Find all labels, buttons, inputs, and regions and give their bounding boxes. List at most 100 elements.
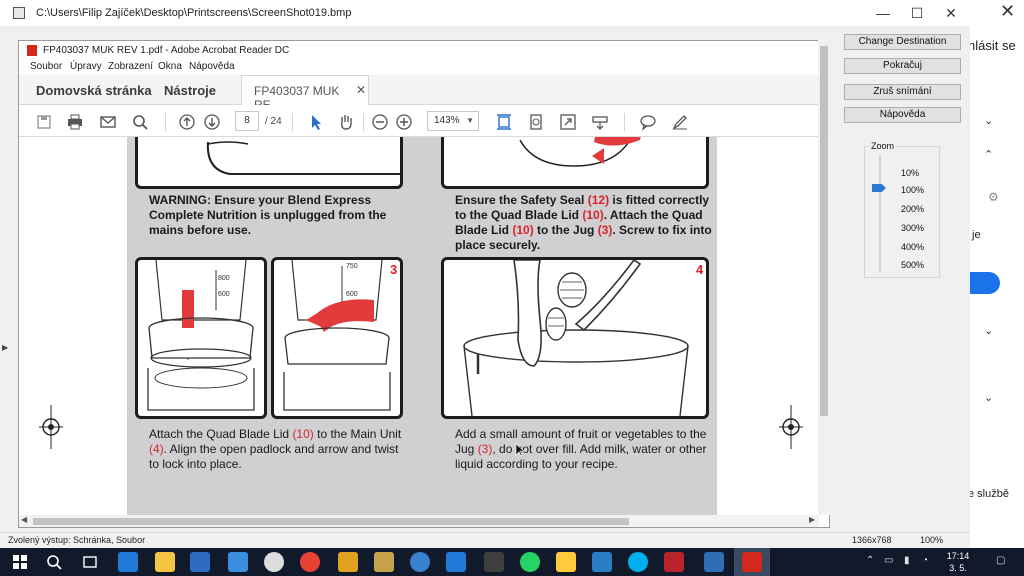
hand-tool-icon[interactable]	[337, 113, 355, 131]
search-icon-taskbar[interactable]	[44, 552, 64, 572]
email-icon[interactable]	[99, 113, 117, 131]
volume-icon[interactable]: ◔	[922, 555, 928, 566]
previous-page-icon[interactable]	[178, 113, 196, 131]
fit-page-icon[interactable]	[495, 113, 513, 131]
app-icon-1[interactable]	[228, 552, 248, 572]
minimize-button[interactable]: —	[868, 3, 898, 23]
h-scroll-thumb[interactable]	[33, 518, 629, 525]
scroll-mode-icon[interactable]	[591, 113, 609, 131]
warning-text: WARNING: Ensure your Blend Express Compl…	[149, 193, 387, 237]
search-icon[interactable]	[131, 113, 149, 131]
acrobat-menubar: Soubor Úpravy Zobrazení Okna Nápověda	[19, 59, 819, 75]
next-page-icon[interactable]	[203, 113, 221, 131]
bg-close-icon[interactable]: ✕	[1000, 1, 1015, 22]
start-windows-icon[interactable]	[10, 552, 30, 572]
bg-chevron-down-icon-3[interactable]: ⌄	[984, 391, 993, 404]
edge-icon[interactable]	[118, 552, 138, 572]
menu-upravy[interactable]: Úpravy	[70, 61, 102, 72]
bg-blue-button[interactable]	[968, 272, 1000, 294]
taskbar-clock[interactable]: 17:14 3. 5. 2017	[938, 550, 978, 576]
zoom-out-icon[interactable]	[371, 113, 389, 131]
zoom-option-100[interactable]: 100%	[901, 185, 924, 195]
flag-icon[interactable]	[664, 552, 684, 572]
file-explorer-icon[interactable]	[155, 552, 175, 572]
print-icon[interactable]	[66, 113, 84, 131]
panel-step3-left: 800 600	[135, 257, 267, 419]
app-icon-4[interactable]	[410, 552, 430, 572]
capture-control-panel: Change Destination Pokračuj Zruš snímání…	[836, 26, 970, 534]
task-view-icon[interactable]	[80, 552, 100, 572]
save-icon[interactable]	[35, 113, 53, 131]
bg-chevron-down-icon[interactable]: ⌄	[984, 114, 993, 127]
stop-capture-button[interactable]: Zruš snímání	[844, 84, 961, 100]
network-icon[interactable]: ▭	[884, 555, 893, 566]
tab-home[interactable]: Domovská stránka	[36, 83, 152, 98]
step2-text: Ensure the Safety Seal (12) is fitted co…	[455, 193, 712, 252]
menu-zobrazeni[interactable]: Zobrazení	[108, 61, 153, 72]
status-bar: Zvolený výstup: Schránka, Soubor 1366x76…	[0, 532, 970, 548]
chevron-up-icon[interactable]: ⌃	[866, 555, 874, 566]
whatsapp-icon[interactable]	[520, 552, 540, 572]
bg-chevron-up-icon[interactable]: ⌃	[984, 148, 993, 161]
viewer-scroll-thumb[interactable]	[820, 46, 828, 416]
acrobat-horizontal-scrollbar[interactable]: ◀ ▶	[19, 515, 819, 527]
skype-icon[interactable]	[628, 552, 648, 572]
close-button[interactable]: ✕	[936, 3, 966, 23]
scroll-left-icon[interactable]: ◀	[21, 515, 27, 524]
page-total: / 24	[265, 116, 282, 127]
zoom-option-300[interactable]: 300%	[901, 223, 924, 233]
zoom-option-500[interactable]: 500%	[901, 260, 924, 270]
app-icon-2[interactable]	[338, 552, 358, 572]
app-icon-6[interactable]	[704, 552, 724, 572]
menu-okna[interactable]: Okna	[158, 61, 182, 72]
panel-safety-seal-illustration	[441, 137, 709, 189]
notifications-icon[interactable]: ▢	[996, 555, 1005, 566]
battery-icon[interactable]: ▮	[904, 555, 910, 566]
scroll-right-icon[interactable]: ▶	[809, 515, 815, 524]
document-area[interactable]: WARNING: Ensure your Blend Express Compl…	[19, 137, 819, 515]
app-icon-3[interactable]	[374, 552, 394, 572]
select-cursor-icon[interactable]	[307, 113, 325, 131]
menu-soubor[interactable]: Soubor	[30, 61, 62, 72]
bg-sign-in-text[interactable]: hlásit se	[968, 38, 1016, 53]
sticky-notes-icon[interactable]	[556, 552, 576, 572]
bg-gear-icon[interactable]: ⚙	[988, 190, 999, 204]
status-zoom: 100%	[920, 535, 944, 545]
page-number-input[interactable]: 8	[235, 111, 259, 131]
comment-icon[interactable]	[639, 113, 657, 131]
continue-button[interactable]: Pokračuj	[844, 58, 961, 74]
calculator-icon[interactable]	[484, 552, 504, 572]
viewer-vertical-scrollbar[interactable]	[818, 34, 830, 512]
zoom-select[interactable]: 143% ▼	[427, 111, 479, 131]
panel-step3-right: 750 600 3	[271, 257, 403, 419]
zoom-slider-track[interactable]	[879, 155, 881, 273]
store-icon[interactable]	[190, 552, 210, 572]
tab-tools[interactable]: Nástroje	[164, 83, 216, 98]
chrome-icon[interactable]	[300, 552, 320, 572]
app-icon-5[interactable]	[592, 552, 612, 572]
step3-number: 3	[390, 262, 398, 277]
bg-chevron-down-icon-2[interactable]: ⌄	[984, 324, 993, 337]
hp-icon[interactable]	[264, 552, 284, 572]
change-destination-button[interactable]: Change Destination	[844, 34, 961, 50]
rotate-page-icon[interactable]	[527, 113, 545, 131]
zoom-option-10[interactable]: 10%	[901, 168, 919, 178]
zoom-group: Zoom 10% 100% 200% 300% 400% 500%	[864, 141, 940, 278]
help-button[interactable]: Nápověda	[844, 107, 961, 123]
maximize-button[interactable]: ☐	[902, 3, 932, 23]
step3-text: Attach the Quad Blade Lid (10) to the Ma…	[149, 427, 402, 471]
internet-explorer-icon[interactable]	[446, 552, 466, 572]
tab-document[interactable]: FP403037 MUK RE... ✕	[241, 75, 369, 112]
viewer-app-icon	[13, 7, 25, 19]
chevron-down-icon: ▼	[466, 116, 474, 125]
toolbar-divider-3	[363, 113, 364, 131]
full-screen-icon[interactable]	[559, 113, 577, 131]
zoom-in-icon[interactable]	[395, 113, 413, 131]
sign-pen-icon[interactable]	[671, 113, 689, 131]
zoom-option-200[interactable]: 200%	[901, 204, 924, 214]
acrobat-icon[interactable]	[742, 552, 762, 572]
zoom-option-400[interactable]: 400%	[901, 242, 924, 252]
menu-napoveda[interactable]: Nápověda	[189, 61, 235, 72]
zoom-slider-thumb[interactable]	[872, 184, 886, 192]
tab-close-icon[interactable]: ✕	[356, 83, 366, 97]
